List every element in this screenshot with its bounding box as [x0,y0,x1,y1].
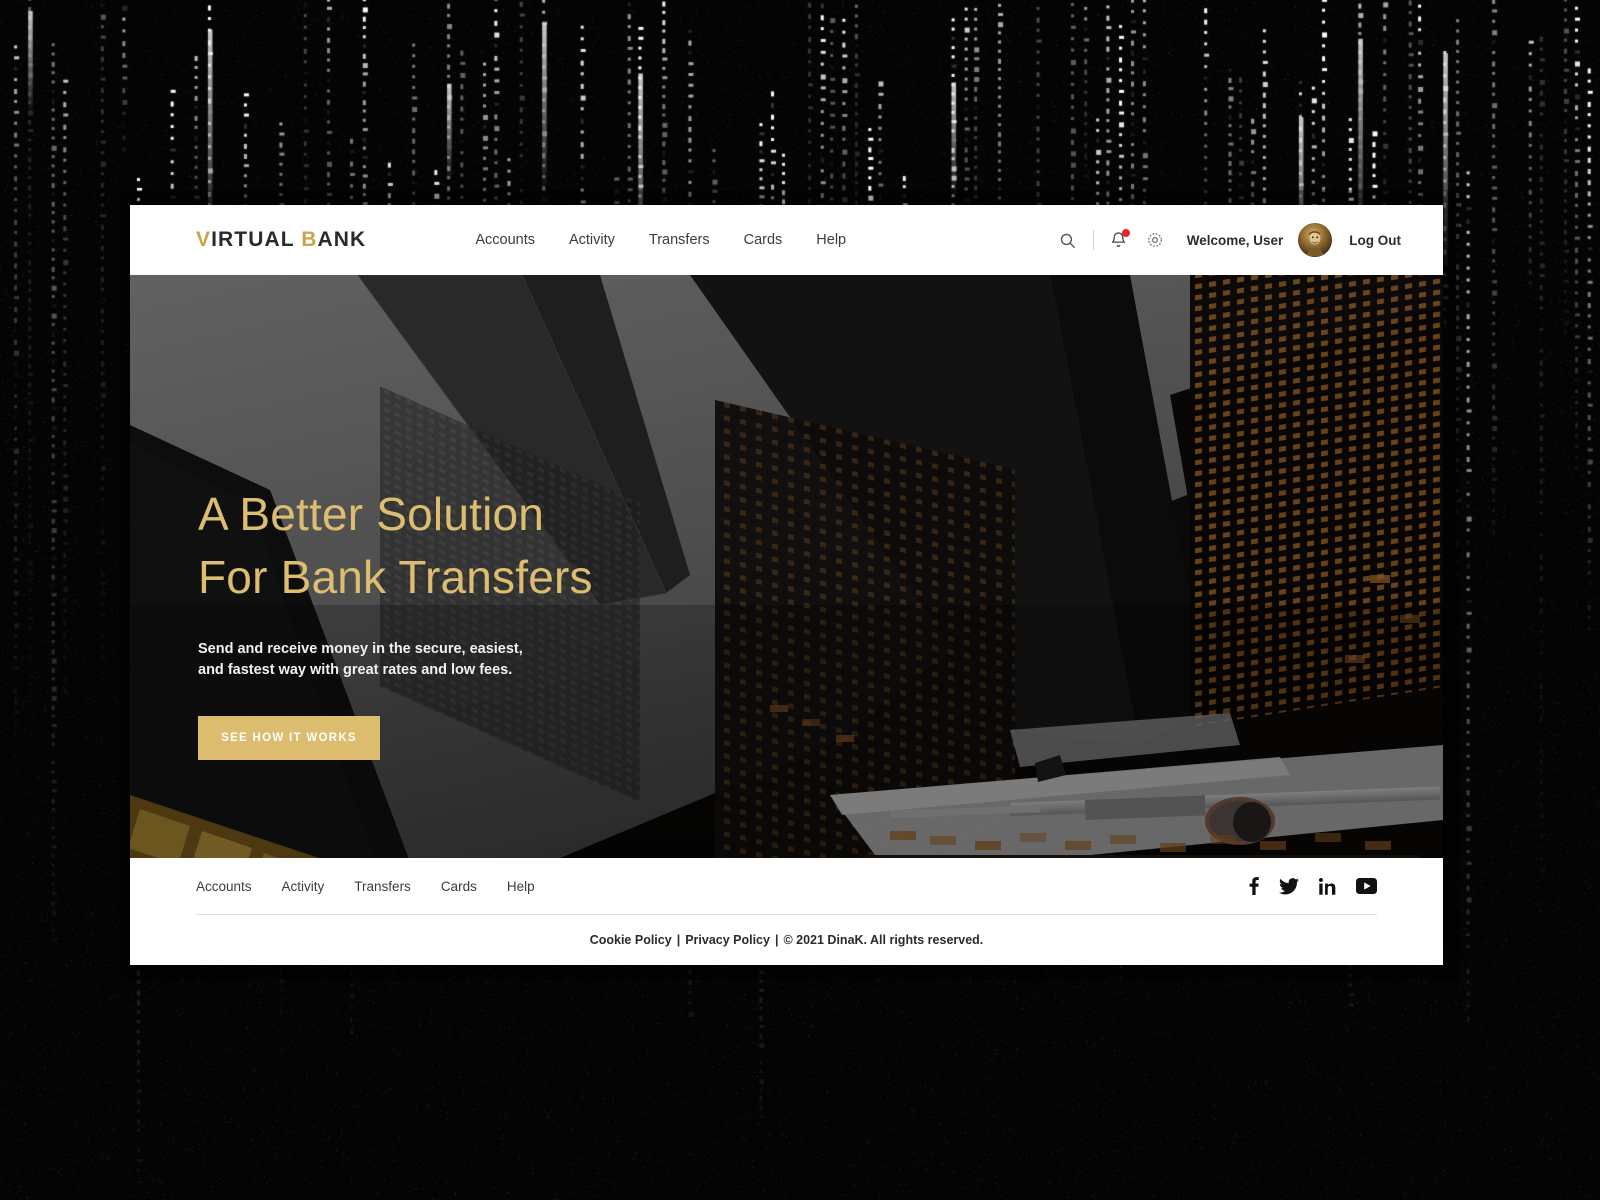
footer-nav-item-cards[interactable]: Cards [441,879,477,894]
facebook-link[interactable] [1249,877,1259,895]
hero-subtitle-line-2: fastest way with great rates and low fee… [228,662,512,678]
youtube-link[interactable] [1356,878,1377,894]
nav-item-accounts[interactable]: Accounts [475,232,535,248]
social-links [1249,877,1377,895]
gear-icon [1146,231,1164,249]
site-header: VIRTUAL BANK Accounts Activity Transfers… [130,205,1443,275]
twitter-link[interactable] [1279,878,1299,895]
logo-letter-b: B [301,228,317,251]
privacy-policy-link[interactable]: Privacy Policy [685,933,770,947]
logo-letter-v: V [196,228,211,251]
legal-separator-2: | [775,933,779,947]
twitter-icon [1279,878,1299,895]
footer-top-row: Accounts Activity Transfers Cards Help [196,858,1377,915]
nav-item-transfers[interactable]: Transfers [649,232,710,248]
header-actions: Welcome, User Log Out [1053,223,1401,257]
nav-item-activity[interactable]: Activity [569,232,615,248]
page-title: A Better Solution For Bank Transfers [198,483,738,610]
youtube-icon [1356,878,1377,894]
notification-badge-dot [1122,229,1130,237]
copyright-text: © 2021 DinaK. All rights reserved. [783,933,983,947]
linkedin-link[interactable] [1319,878,1336,895]
site-footer: Accounts Activity Transfers Cards Help C… [130,858,1443,965]
brand-logo[interactable]: VIRTUAL BANK [196,228,366,252]
settings-button[interactable] [1140,225,1170,255]
linkedin-icon [1319,878,1336,895]
hero-subtitle: Send and receive money in the secure, ea… [198,639,548,680]
footer-navigation: Accounts Activity Transfers Cards Help [196,879,535,894]
footer-legal-row: Cookie Policy | Privacy Policy | © 2021 … [196,915,1377,965]
search-button[interactable] [1053,225,1083,255]
facebook-icon [1249,877,1259,895]
avatar[interactable] [1298,223,1332,257]
search-icon [1059,232,1076,249]
nav-item-help[interactable]: Help [816,232,846,248]
website-viewport: VIRTUAL BANK Accounts Activity Transfers… [130,205,1443,965]
legal-separator-1: | [677,933,681,947]
logo-text-ank: ANK [318,228,367,251]
logout-button[interactable]: Log Out [1349,233,1401,248]
footer-nav-item-transfers[interactable]: Transfers [354,879,411,894]
hero-title-line-2: For Bank Transfers [198,551,593,603]
footer-nav-item-activity[interactable]: Activity [282,879,325,894]
header-divider [1093,230,1094,250]
primary-navigation: Accounts Activity Transfers Cards Help [475,232,846,248]
welcome-message: Welcome, User [1187,233,1284,248]
hero-title-line-1: A Better Solution [198,488,544,540]
nav-item-cards[interactable]: Cards [744,232,783,248]
footer-nav-item-accounts[interactable]: Accounts [196,879,252,894]
hero-content: A Better Solution For Bank Transfers Sen… [198,483,738,760]
notifications-button[interactable] [1104,225,1134,255]
see-how-it-works-button[interactable]: SEE HOW IT WORKS [198,716,380,760]
hero-section: A Better Solution For Bank Transfers Sen… [130,275,1443,858]
avatar-portrait-icon [1298,223,1332,257]
cookie-policy-link[interactable]: Cookie Policy [590,933,672,947]
footer-nav-item-help[interactable]: Help [507,879,535,894]
logo-text-irtual: IRTUAL [211,228,301,251]
